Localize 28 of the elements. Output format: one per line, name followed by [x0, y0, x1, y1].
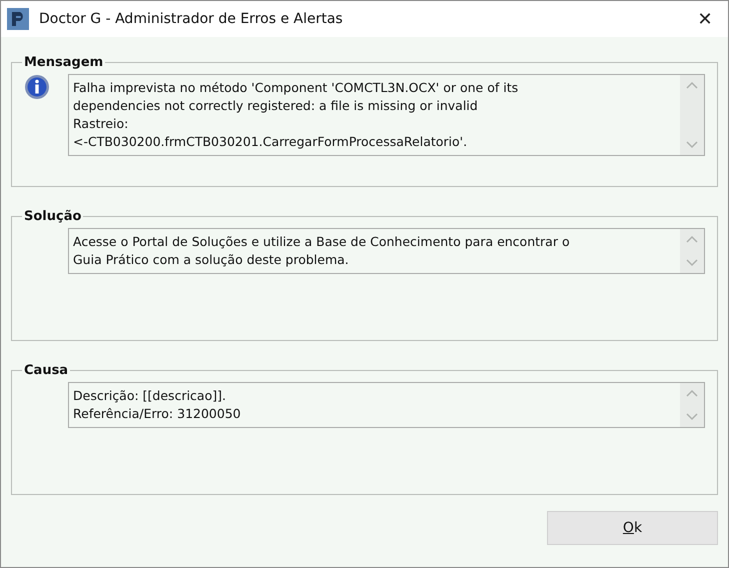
scrollbar[interactable] — [680, 75, 704, 155]
window-title: Doctor G - Administrador de Erros e Alertas — [39, 11, 344, 27]
text-line: Guia Prático com a solução deste problema. — [73, 251, 350, 269]
text-area[interactable]: Acesse o Portal de Soluções e utilize a Base de Conhecimento para encontrar o Guia Prático com a solução deste problema. — [68, 228, 705, 274]
scroll-down-icon[interactable] — [686, 259, 698, 267]
text-line: Falha imprevista no método 'Component 'COMCTL3N.OCX' or one of its — [73, 79, 520, 97]
scrollbar[interactable] — [680, 383, 704, 427]
group-title: Causa — [23, 363, 70, 378]
text-line: Rastreio: — [73, 115, 130, 133]
text-line: Referência/Erro: 31200050 — [73, 405, 242, 423]
scroll-up-icon[interactable] — [686, 81, 698, 89]
text-line: <-CTB030200.frmCTB030201.CarregarFormProcessaRelatorio'. — [73, 133, 468, 151]
scroll-up-icon[interactable] — [686, 389, 698, 397]
scrollbar[interactable] — [680, 229, 704, 273]
app-logo-icon — [7, 8, 29, 30]
text-area[interactable] — [68, 74, 705, 156]
ok-button[interactable]: Ok — [547, 511, 718, 545]
info-icon — [24, 74, 50, 100]
close-button[interactable]: ✕ — [682, 8, 728, 30]
scroll-down-icon[interactable] — [686, 141, 698, 149]
scroll-up-icon[interactable] — [686, 235, 698, 243]
text-line: Descrição: [[descricao]]. — [73, 387, 227, 405]
group-title: Solução — [23, 209, 82, 224]
text-area[interactable]: Descrição: [[descricao]]. Referência/Erro: 31200050 — [68, 382, 705, 428]
text-line: Acesse o Portal de Soluções e utilize a Base de Conhecimento para encontrar o — [73, 233, 571, 251]
group-title: Mensagem — [23, 55, 104, 70]
text-line: dependencies not correctly registered: a file is missing or invalid — [73, 97, 479, 115]
scroll-down-icon[interactable] — [686, 413, 698, 421]
